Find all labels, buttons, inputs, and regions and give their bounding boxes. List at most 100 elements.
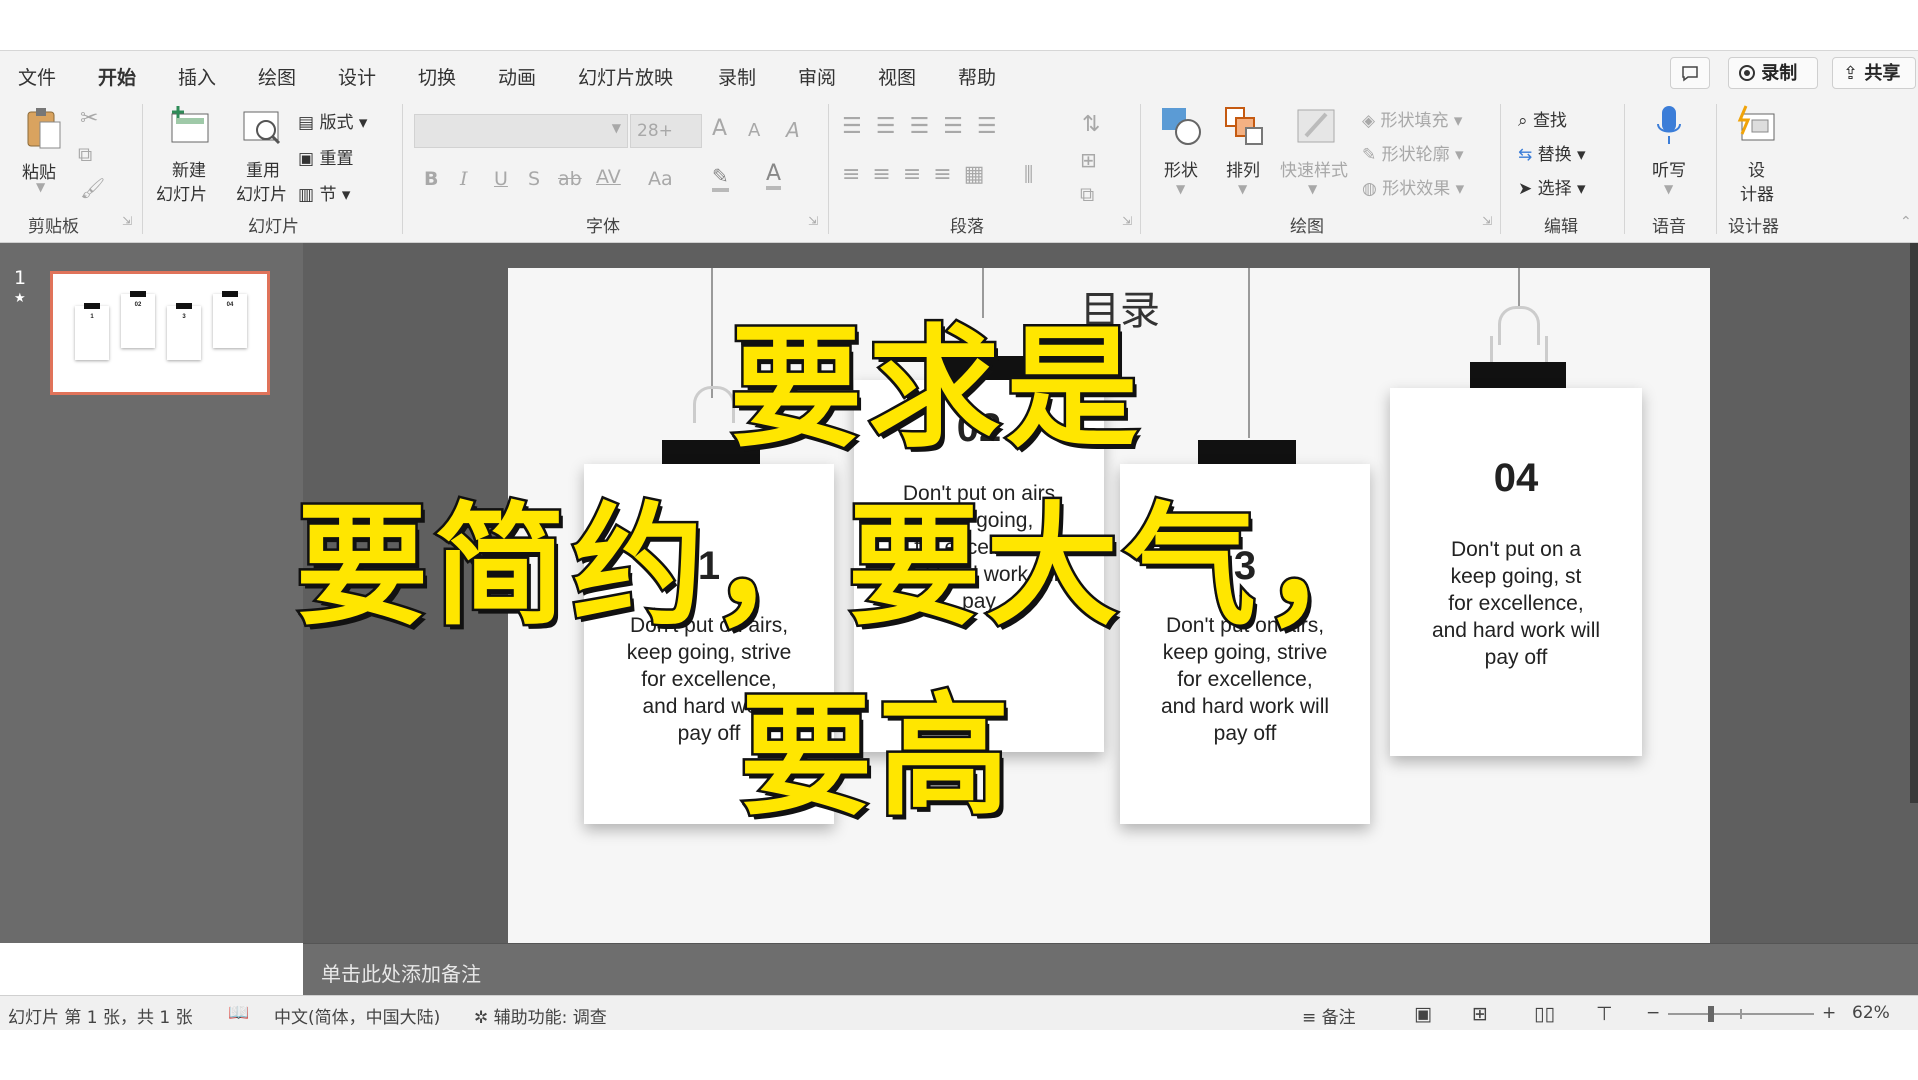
font-size-dropdown[interactable]: 28+ xyxy=(630,114,702,148)
arrange-label[interactable]: 排列 xyxy=(1226,156,1260,181)
chevron-down-icon[interactable]: ▼ xyxy=(1238,182,1247,196)
layout-button[interactable]: ▤ 版式 ▾ xyxy=(298,108,367,133)
notes-pane[interactable]: 单击此处添加备注 xyxy=(303,943,1918,996)
tab-draw[interactable]: 绘图 xyxy=(258,63,296,90)
arrange-icon[interactable] xyxy=(1222,104,1266,148)
chevron-down-icon[interactable]: ▼ xyxy=(1176,182,1185,196)
chevron-down-icon[interactable]: ▼ xyxy=(1664,182,1673,196)
paragraph-launcher-icon[interactable]: ⇲ xyxy=(1122,214,1132,228)
designer-icon[interactable] xyxy=(1734,104,1778,148)
bold-button[interactable]: B xyxy=(424,168,438,190)
font-launcher-icon[interactable]: ⇲ xyxy=(808,214,818,228)
spellcheck-icon[interactable]: 📖 xyxy=(228,1003,249,1023)
quick-styles-label[interactable]: 快速样式 xyxy=(1280,156,1348,181)
tab-transitions[interactable]: 切换 xyxy=(418,63,456,90)
format-painter-icon[interactable]: 🖌 xyxy=(80,176,105,200)
clear-format-icon[interactable]: A xyxy=(786,118,800,142)
dictate-label[interactable]: 听写 xyxy=(1652,156,1686,181)
binder-clip-wire xyxy=(693,386,735,423)
tab-design[interactable]: 设计 xyxy=(338,63,376,90)
notes-toggle-button[interactable]: ≡ 备注 xyxy=(1302,1003,1356,1028)
drawing-launcher-icon[interactable]: ⇲ xyxy=(1482,214,1492,228)
scrollbar[interactable] xyxy=(1910,243,1918,803)
chevron-down-icon[interactable]: ▼ xyxy=(1308,182,1317,196)
normal-view-icon[interactable]: ▣ xyxy=(1414,1003,1432,1025)
language-status[interactable]: 中文(简体，中国大陆) xyxy=(274,1003,440,1028)
highlight-color-icon[interactable]: ✎ xyxy=(712,164,729,192)
grow-font-icon[interactable]: A xyxy=(712,116,727,141)
reading-view-icon[interactable]: ▯▯ xyxy=(1534,1003,1555,1025)
tab-review[interactable]: 审阅 xyxy=(798,63,836,90)
list-buttons-icon[interactable]: ☰☰☰☰☰ xyxy=(842,114,1011,139)
status-bar: 幻灯片 第 1 张，共 1 张 📖 中文(简体，中国大陆) ✲ 辅助功能: 调查… xyxy=(0,995,1918,1031)
zoom-out-button[interactable]: − xyxy=(1646,1003,1660,1023)
section-button[interactable]: ▥ 节 ▾ xyxy=(298,180,350,205)
notes-placeholder[interactable]: 单击此处添加备注 xyxy=(321,958,481,987)
text-direction-icon[interactable]: ⇅ xyxy=(1082,112,1100,137)
shape-effects-button[interactable]: ◍ 形状效果 ▾ xyxy=(1362,174,1464,199)
font-color-icon[interactable]: A xyxy=(766,162,782,190)
slide-thumbnail[interactable]: 1 02 3 04 xyxy=(50,271,270,395)
share-label: 共享 xyxy=(1864,63,1901,84)
paste-icon[interactable] xyxy=(22,106,64,152)
clipboard-launcher-icon[interactable]: ⇲ xyxy=(122,214,132,228)
reuse-slides-label-2[interactable]: 幻灯片 xyxy=(236,180,287,205)
align-buttons-icon[interactable]: ≡≡≡≡▦ xyxy=(842,162,997,187)
new-slide-label-1[interactable]: 新建 xyxy=(172,156,206,181)
select-button[interactable]: ➤ 选择 ▾ xyxy=(1518,174,1586,199)
tab-file[interactable]: 文件 xyxy=(18,63,56,90)
replace-button[interactable]: ⇆ 替换 ▾ xyxy=(1518,140,1586,165)
zoom-slider[interactable] xyxy=(1668,1006,1814,1022)
reuse-slides-icon[interactable] xyxy=(240,104,284,148)
slide-count-status: 幻灯片 第 1 张，共 1 张 xyxy=(8,1008,193,1028)
new-slide-label-2[interactable]: 幻灯片 xyxy=(156,180,207,205)
find-button[interactable]: ⌕ 查找 xyxy=(1518,106,1567,131)
quick-styles-icon[interactable] xyxy=(1294,104,1338,148)
tab-record[interactable]: 录制 xyxy=(718,63,756,90)
reuse-slides-label-1[interactable]: 重用 xyxy=(246,156,280,181)
collapse-ribbon-icon[interactable]: ⌃ xyxy=(1900,214,1912,230)
font-name-dropdown[interactable]: ▼ xyxy=(414,114,628,148)
shapes-icon[interactable] xyxy=(1158,104,1204,148)
tab-slideshow[interactable]: 幻灯片放映 xyxy=(578,63,673,90)
tab-animations[interactable]: 动画 xyxy=(498,63,536,90)
italic-button[interactable]: I xyxy=(460,168,468,190)
designer-label-1[interactable]: 设 xyxy=(1748,156,1765,181)
align-text-icon[interactable]: ⊞ xyxy=(1080,148,1097,172)
shrink-font-icon[interactable]: A xyxy=(748,120,760,141)
paste-dropdown-icon[interactable]: ▼ xyxy=(36,180,45,194)
accessibility-status[interactable]: ✲ 辅助功能: 调查 xyxy=(474,1003,607,1028)
tab-insert[interactable]: 插入 xyxy=(178,63,216,90)
zoom-slider-thumb[interactable] xyxy=(1708,1006,1714,1022)
shapes-label[interactable]: 形状 xyxy=(1164,156,1198,181)
columns-icon[interactable]: ⫼ xyxy=(1024,162,1033,186)
zoom-in-button[interactable]: + xyxy=(1822,1003,1836,1023)
strikethrough-button[interactable]: ab xyxy=(558,168,582,190)
comment-button[interactable] xyxy=(1670,57,1710,89)
group-label-drawing: 绘图 xyxy=(1290,217,1324,237)
reset-button[interactable]: ▣ 重置 xyxy=(298,144,353,169)
tab-view[interactable]: 视图 xyxy=(878,63,916,90)
tab-help[interactable]: 帮助 xyxy=(958,63,996,90)
share-button[interactable]: ⇪ 共享 xyxy=(1832,57,1916,89)
shape-fill-button[interactable]: ◈ 形状填充 ▾ xyxy=(1362,106,1462,131)
separator xyxy=(1716,104,1717,234)
record-button[interactable]: 录制 xyxy=(1728,57,1818,89)
zoom-level[interactable]: 62% xyxy=(1852,1003,1890,1023)
microphone-icon[interactable] xyxy=(1652,104,1686,150)
slide-sorter-icon[interactable]: ⊞ xyxy=(1472,1003,1488,1025)
new-slide-icon[interactable] xyxy=(168,104,212,148)
smartart-icon[interactable]: ⧉ xyxy=(1080,182,1094,206)
tab-home[interactable]: 开始 xyxy=(98,63,137,100)
overlay-caption-line-2: 要简约，要大气， xyxy=(294,487,1400,647)
char-spacing-button[interactable]: AV xyxy=(596,166,621,188)
copy-icon[interactable]: ⧉ xyxy=(78,142,92,166)
shape-outline-button[interactable]: ✎ 形状轮廓 ▾ xyxy=(1362,140,1464,165)
cut-icon[interactable]: ✂ xyxy=(80,106,98,131)
overlay-caption-line-1: 要求是 xyxy=(728,309,1144,469)
change-case-button[interactable]: Aa xyxy=(648,168,673,190)
designer-label-2[interactable]: 计器 xyxy=(1740,180,1774,205)
slideshow-icon[interactable]: ⊤ xyxy=(1596,1003,1613,1025)
underline-button[interactable]: U xyxy=(494,168,508,190)
shadow-button[interactable]: S xyxy=(528,168,540,190)
